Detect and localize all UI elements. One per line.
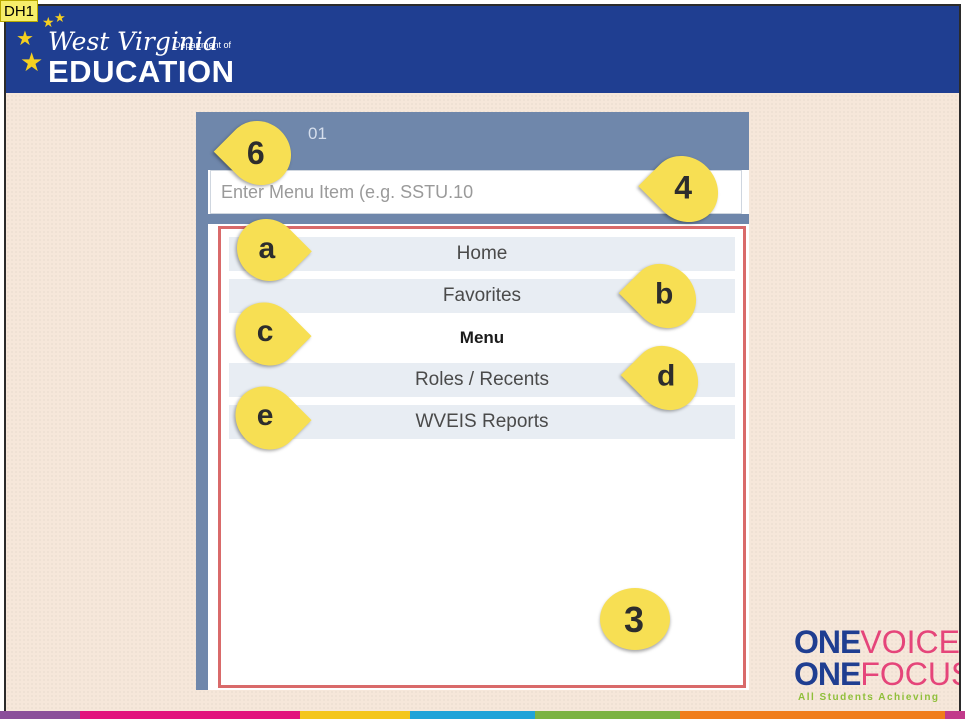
brand-one-text: ONE	[794, 624, 861, 660]
brand-one-text: ONE	[794, 656, 861, 692]
screenshot-left-strip	[196, 170, 208, 690]
star-icon: ★	[20, 48, 44, 78]
brand-voice-text: VOICE	[860, 624, 960, 660]
star-icon: ★	[16, 26, 34, 50]
comment-marker[interactable]: DH1	[0, 0, 39, 22]
header-band: ★ ★ ★ ★ West Virginia Department of EDUC…	[6, 6, 959, 93]
logo-department-text: Department of	[174, 40, 232, 50]
logo-education-text: EDUCATION	[48, 54, 235, 89]
wv-education-logo: ★ ★ ★ ★ West Virginia Department of EDUC…	[16, 12, 276, 90]
brand-focus-text: FOCUS	[860, 656, 959, 692]
footer-segment	[410, 711, 535, 719]
footer-segment	[300, 711, 410, 719]
slide: ★ ★ ★ ★ West Virginia Department of EDUC…	[4, 4, 961, 719]
screenshot-title-text: 01	[308, 124, 327, 143]
footer-color-bar	[0, 711, 965, 719]
footer-segment	[80, 711, 300, 719]
one-voice-one-focus-logo: ONEVOICE ONEFOCUS All Students Achieving	[794, 624, 959, 706]
footer-segment	[0, 711, 80, 719]
star-icon: ★	[54, 11, 66, 26]
footer-segment	[945, 711, 965, 719]
brand-tagline: All Students Achieving	[798, 692, 940, 703]
footer-segment	[535, 711, 680, 719]
footer-segment	[680, 711, 945, 719]
callout-3: 3	[600, 588, 670, 650]
